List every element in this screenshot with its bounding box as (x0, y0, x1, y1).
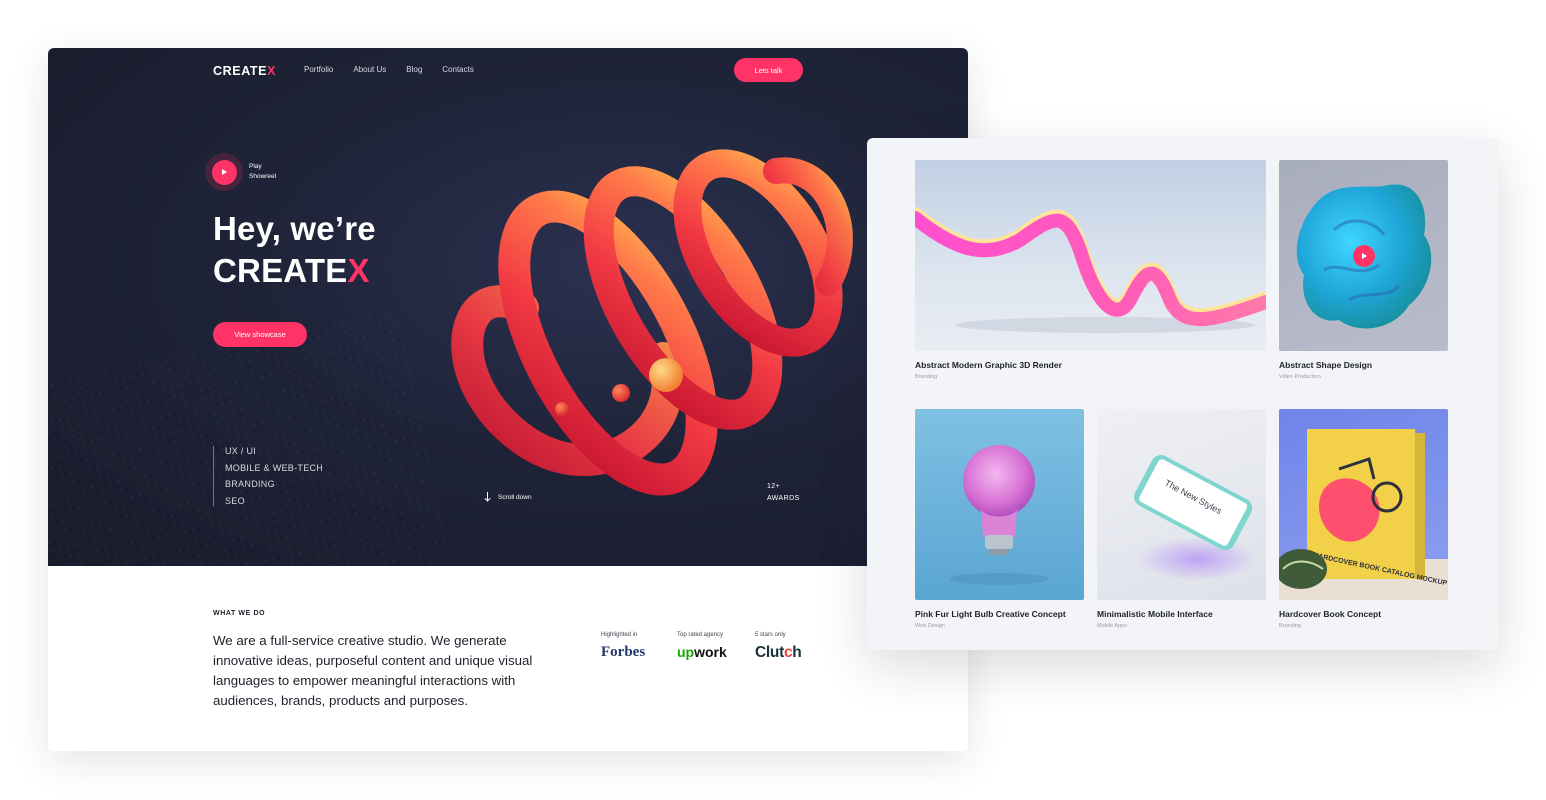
book-mockup-render: HARDCOVER BOOK CATALOG MOCKUP VOL.2 (1279, 429, 1448, 600)
portfolio-thumbnail (915, 409, 1084, 600)
nav-item-about-us[interactable]: About Us (353, 65, 386, 74)
section-eyebrow: WHAT WE DO (213, 610, 266, 617)
partner-clutch: 5 stars only Clutch (755, 632, 802, 662)
play-button-inner (211, 159, 237, 185)
scroll-down-label: Scroll down (498, 493, 532, 501)
portfolio-item-title: Abstract Shape Design (1279, 360, 1373, 370)
upwork-logo-work: work (694, 644, 727, 660)
service-item: UX / UI (225, 446, 257, 456)
partner-caption: Top rated agency (677, 632, 724, 638)
nav-item-portfolio[interactable]: Portfolio (304, 65, 333, 74)
portfolio-item-title: Minimalistic Mobile Interface (1097, 609, 1213, 619)
scroll-down-link[interactable]: Scroll down (484, 492, 532, 502)
landing-page-card: CREATE X Portfolio About Us Blog Contacts… (48, 48, 968, 751)
view-showcase-button[interactable]: View showcase (213, 322, 307, 347)
clutch-logo-part3: h (792, 644, 802, 661)
play-button[interactable] (205, 153, 243, 191)
upwork-logo: upwork (677, 644, 727, 660)
portfolio-item[interactable]: HARDCOVER BOOK CATALOG MOCKUP VOL.2 Hard… (1279, 409, 1448, 629)
service-item: SEO (225, 495, 245, 506)
phone-mockup-render: The New Styles (1134, 455, 1257, 581)
portfolio-thumbnail (1279, 160, 1448, 351)
nav-item-contacts[interactable]: Contacts (442, 65, 474, 74)
awards-label: AWARDS (767, 495, 800, 502)
nav-item-blog[interactable]: Blog (406, 65, 422, 74)
play-icon (1362, 253, 1367, 259)
headline-line2: CREATEX (213, 250, 376, 292)
red-sphere-small (612, 384, 630, 402)
service-item: BRANDING (225, 479, 275, 490)
awards-count: 12+ (767, 483, 781, 490)
play-showreel-label: Play Showreel (249, 162, 289, 182)
partner-upwork: Top rated agency upwork (677, 632, 727, 660)
wave-render (915, 207, 1266, 333)
red-sphere-tiny (555, 402, 569, 416)
play-icon (222, 169, 227, 175)
portfolio-thumbnail: HARDCOVER BOOK CATALOG MOCKUP VOL.2 (1279, 409, 1448, 600)
orange-sphere (649, 358, 683, 392)
about-description: We are a full-service creative studio. W… (213, 633, 533, 708)
portfolio-item[interactable]: Abstract Shape Design Video Production (1279, 160, 1448, 380)
portfolio-item[interactable]: Pink Fur Light Bulb Creative Concept Web… (915, 409, 1084, 629)
upwork-logo-up: up (677, 644, 695, 660)
spiral-artwork (451, 149, 853, 496)
hero-headline: Hey, we’re CREATEX (213, 208, 376, 292)
services-list: UX / UI MOBILE & WEB-TECH BRANDING SEO (213, 446, 323, 506)
headline-accent: X (347, 252, 370, 289)
play-showreel[interactable]: Play Showreel (205, 153, 289, 191)
logo-text: CREATE (213, 64, 268, 78)
headline-line1: Hey, we’re (213, 210, 376, 247)
portfolio-item[interactable]: Abstract Modern Graphic 3D Render Brandi… (915, 160, 1266, 380)
headline-brand: CREATE (213, 252, 348, 289)
arrow-down-icon (484, 492, 491, 502)
portfolio-item-category: Branding (915, 374, 938, 380)
portfolio-item-category: Web Design (915, 623, 945, 629)
portfolio-item-title: Hardcover Book Concept (1279, 609, 1382, 619)
partner-caption: 5 stars only (755, 632, 786, 638)
fur-bulb-render (949, 445, 1049, 585)
brand-logo[interactable]: CREATE X (213, 64, 276, 78)
portfolio-item-category: Branding (1279, 623, 1302, 629)
portfolio-card: Abstract Modern Graphic 3D Render Brandi… (867, 138, 1498, 650)
about-section: WHAT WE DO We are a full-service creativ… (48, 566, 968, 751)
play-label-line2: Showreel (249, 173, 277, 180)
logo-accent: X (267, 64, 277, 78)
main-nav: Portfolio About Us Blog Contacts (304, 65, 474, 74)
service-item: MOBILE & WEB-TECH (225, 462, 324, 473)
portfolio-item[interactable]: The New Styles Minimalistic Mobile Inter… (1097, 409, 1266, 629)
awards-counter: 12+ AWARDS (767, 481, 800, 505)
portfolio-item-category: Video Production (1279, 374, 1321, 380)
hero-section: CREATE X Portfolio About Us Blog Contacts… (48, 48, 968, 566)
clutch-logo: Clutch (755, 644, 802, 662)
forbes-logo: Forbes (601, 644, 646, 660)
partner-forbes: Highlighted in Forbes (601, 632, 645, 661)
partner-caption: Highlighted in (601, 632, 638, 638)
lets-talk-button[interactable]: Lets talk (734, 58, 803, 82)
portfolio-thumbnail (915, 160, 1266, 351)
portfolio-item-category: Mobile Apps (1097, 623, 1127, 629)
clutch-logo-part1: Clut (755, 644, 784, 661)
portfolio-item-title: Abstract Modern Graphic 3D Render (915, 360, 1062, 370)
portfolio-thumbnail: The New Styles (1097, 409, 1266, 600)
video-play-button[interactable] (1353, 245, 1375, 267)
play-label-line1: Play (249, 163, 262, 170)
portfolio-item-title: Pink Fur Light Bulb Creative Concept (915, 609, 1066, 619)
